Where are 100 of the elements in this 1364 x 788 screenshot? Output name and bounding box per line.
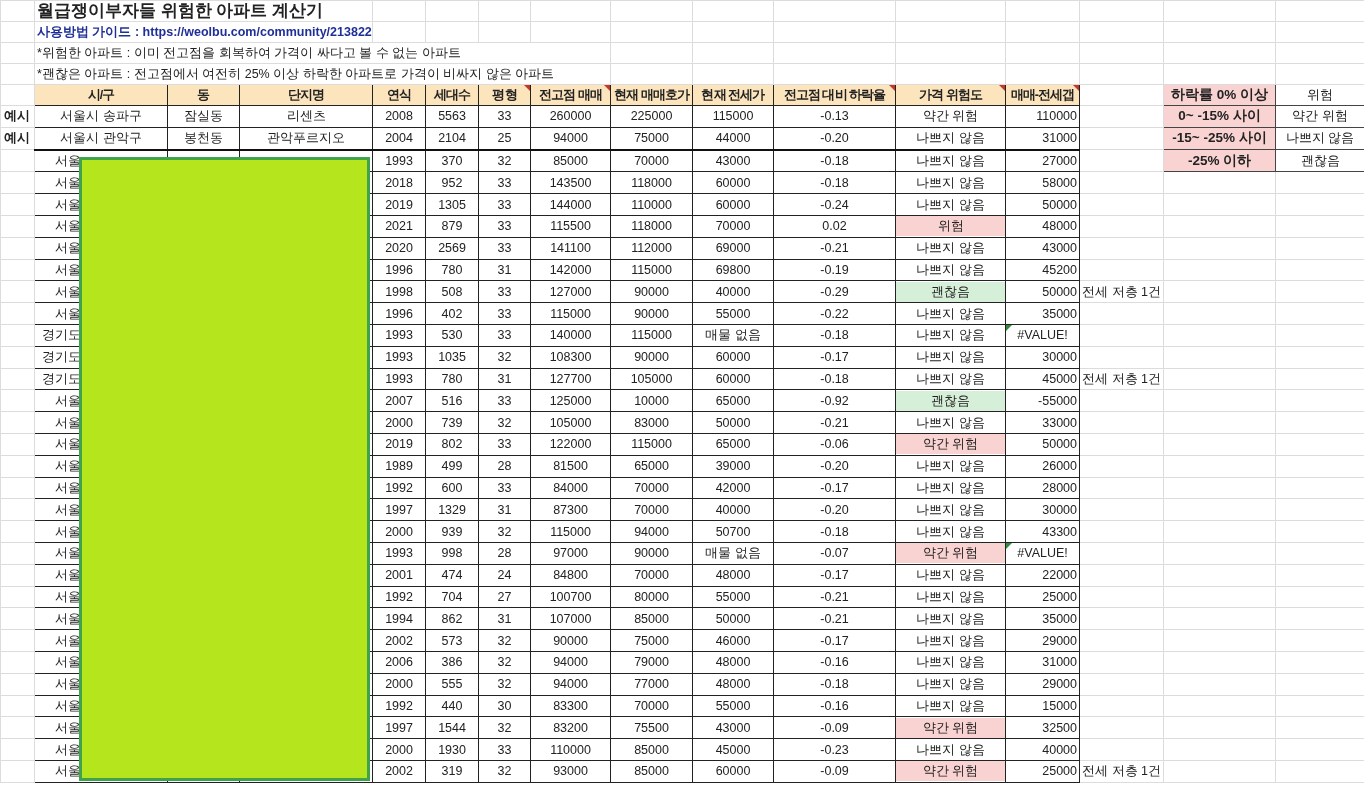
- table-cell-text: #VALUE!: [1017, 545, 1068, 563]
- table-cell: 65000: [610, 455, 693, 478]
- table-cell: 2000: [372, 520, 426, 543]
- table-cell: 2002: [372, 760, 426, 783]
- table-cell: 2001: [372, 564, 426, 587]
- table-cell: 2000: [372, 411, 426, 434]
- risk-rating: 나쁘지 않음: [915, 479, 986, 497]
- table-cell: 2004: [372, 127, 426, 150]
- table-cell-text: 35000: [1042, 610, 1078, 628]
- column-header: 연식: [386, 87, 412, 104]
- table-cell: -0.18: [773, 520, 896, 543]
- table-cell-text: 33000: [1042, 414, 1078, 432]
- risk-rating: 나쁘지 않음: [915, 305, 986, 323]
- table-cell-text: 29000: [1042, 632, 1078, 650]
- table-cell: -0.13: [773, 105, 896, 128]
- table-cell: 319: [425, 760, 479, 783]
- table-cell-text: 48000: [1042, 218, 1078, 236]
- table-cell: 739: [425, 411, 479, 434]
- table-cell: 122000: [530, 433, 611, 456]
- table-cell: 110000: [610, 193, 693, 216]
- table-cell: 50700: [692, 520, 774, 543]
- table-cell: -0.07: [773, 542, 896, 565]
- table-cell: 862: [425, 607, 479, 630]
- table-cell: 77000: [610, 673, 693, 695]
- table-cell-text: 50000: [1042, 436, 1078, 454]
- risk-rating: 나쁘지 않음: [915, 327, 986, 345]
- table-cell: 1992: [372, 695, 426, 717]
- table-cell: 48000: [692, 564, 774, 587]
- table-cell: 32: [478, 411, 531, 434]
- table-cell: 2002: [372, 629, 426, 652]
- table-cell: 33: [478, 280, 531, 303]
- table-cell-text: 30000: [1042, 501, 1078, 519]
- risk-rating: 나쁘지 않음: [915, 588, 986, 606]
- table-cell: 33: [478, 302, 531, 325]
- table-cell: 32: [478, 520, 531, 543]
- note-text: 전세 저층 1건: [1079, 280, 1164, 303]
- table-cell: 40000: [692, 498, 774, 521]
- column-header: 단지명: [287, 87, 325, 104]
- table-cell: 5563: [425, 105, 479, 128]
- table-cell: 600: [425, 477, 479, 499]
- table-cell: 83200: [530, 716, 611, 739]
- table-cell: 55000: [692, 586, 774, 608]
- table-cell-text: #VALUE!: [1017, 327, 1068, 345]
- table-cell: 32: [478, 149, 531, 172]
- table-cell: 0.02: [773, 215, 896, 238]
- table-cell: -0.18: [773, 324, 896, 347]
- table-cell: 879: [425, 215, 479, 238]
- table-cell: 93000: [530, 760, 611, 783]
- column-header: 현재 전세가: [701, 87, 765, 104]
- table-cell: 24: [478, 564, 531, 587]
- table-cell: -0.18: [773, 673, 896, 695]
- table-cell: 80000: [610, 586, 693, 608]
- table-cell: 70000: [610, 149, 693, 172]
- table-cell: 260000: [530, 105, 611, 128]
- table-cell: 31: [478, 498, 531, 521]
- table-cell: -0.17: [773, 564, 896, 587]
- table-cell: 봉천동: [167, 127, 240, 150]
- table-cell: 75500: [610, 716, 693, 739]
- table-cell: 440: [425, 695, 479, 717]
- table-cell: 70000: [610, 695, 693, 717]
- table-cell: 143500: [530, 171, 611, 194]
- table-cell: 90000: [530, 629, 611, 652]
- table-cell: -0.17: [773, 629, 896, 652]
- table-cell: 110000: [530, 738, 611, 761]
- table-cell-text: 30000: [1042, 349, 1078, 367]
- table-cell: 100700: [530, 586, 611, 608]
- table-cell: 33: [478, 433, 531, 456]
- table-cell: 1035: [425, 346, 479, 369]
- table-cell: 144000: [530, 193, 611, 216]
- table-cell: 704: [425, 586, 479, 608]
- table-cell: -0.09: [773, 716, 896, 739]
- risk-rating: 나쁘지 않음: [915, 610, 986, 628]
- column-header: 평형: [492, 87, 517, 104]
- table-cell: 998: [425, 542, 479, 565]
- table-cell: 780: [425, 259, 479, 281]
- table-cell: 1993: [372, 368, 426, 390]
- table-cell-text: 25000: [1042, 588, 1078, 606]
- sheet-title: 월급쟁이부자들 위험한 아파트 계산기: [34, 0, 373, 22]
- table-cell-text: 25000: [1042, 763, 1078, 781]
- table-cell: 90000: [610, 346, 693, 369]
- table-cell: -0.21: [773, 237, 896, 260]
- table-cell: 잠실동: [167, 105, 240, 128]
- table-cell: 27: [478, 586, 531, 608]
- table-cell: 127700: [530, 368, 611, 390]
- table-cell: 1993: [372, 149, 426, 172]
- table-cell: -0.20: [773, 498, 896, 521]
- table-cell: -0.21: [773, 586, 896, 608]
- table-cell: 31: [478, 259, 531, 281]
- table-cell: 79000: [610, 651, 693, 674]
- table-cell: 2000: [372, 673, 426, 695]
- guide-link[interactable]: 사용방법 가이드 : https://weolbu.com/community/213822: [34, 21, 373, 43]
- risk-rating: 나쁘지 않음: [915, 567, 986, 585]
- table-cell: 31: [478, 368, 531, 390]
- risk-rating: 나쁘지 않음: [915, 676, 986, 694]
- table-cell: 81500: [530, 455, 611, 478]
- table-cell: -0.21: [773, 411, 896, 434]
- table-cell: 1992: [372, 586, 426, 608]
- table-cell: 75000: [610, 127, 693, 150]
- table-cell: 33: [478, 171, 531, 194]
- table-cell: 1997: [372, 498, 426, 521]
